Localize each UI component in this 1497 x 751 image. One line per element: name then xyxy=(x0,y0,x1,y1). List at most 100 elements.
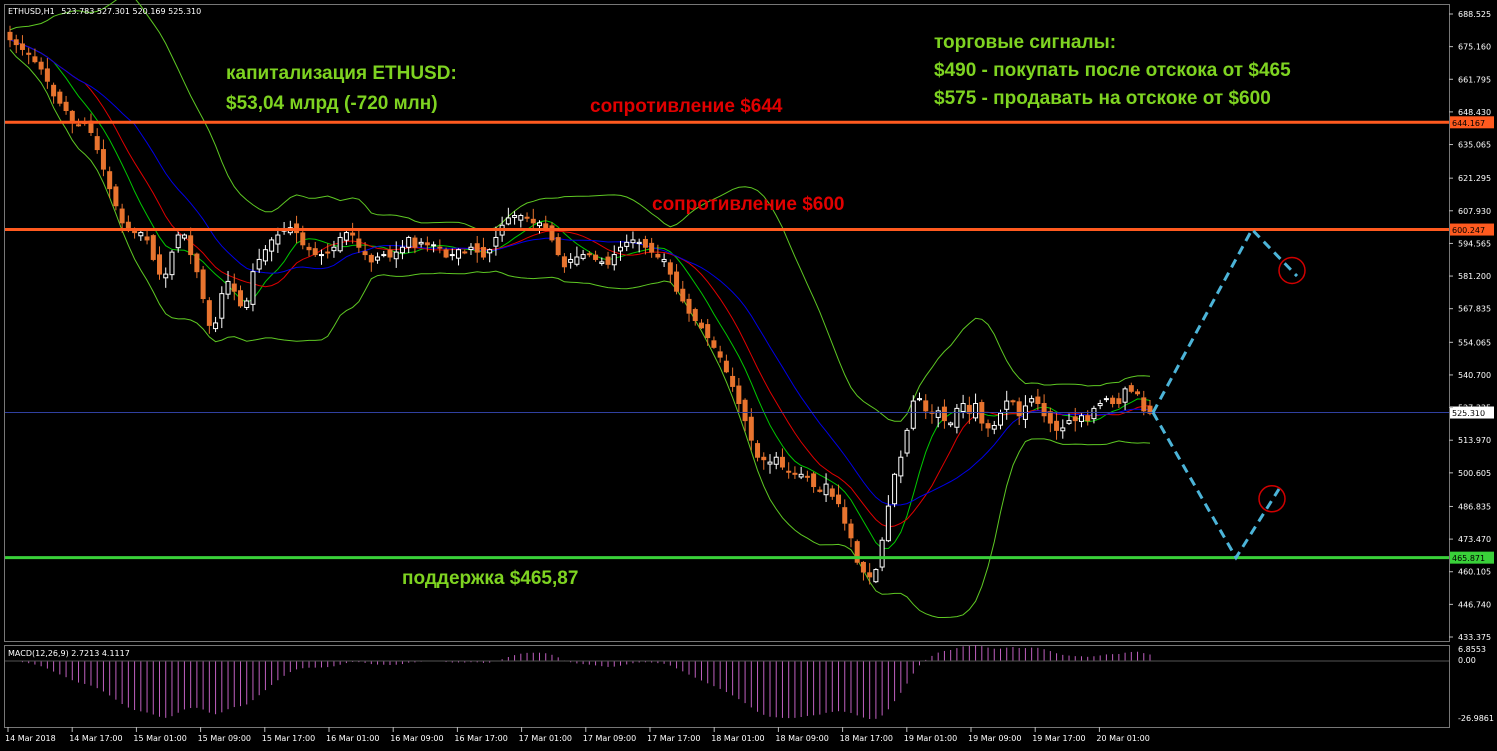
candle-body xyxy=(755,443,761,458)
macd-axis-label: 0.00 xyxy=(1458,656,1476,665)
candle-body xyxy=(474,243,480,253)
candle-body xyxy=(649,242,655,253)
candle-body xyxy=(1054,420,1060,431)
candle-body xyxy=(1135,391,1141,395)
candle-body xyxy=(543,223,549,229)
candle-body xyxy=(723,360,729,373)
price-tick-label: 661.795 xyxy=(1458,75,1491,84)
candle-body xyxy=(119,208,125,224)
candle-body xyxy=(13,39,19,46)
time-tick-label: 15 Mar 17:00 xyxy=(262,734,315,743)
candle-body xyxy=(674,271,680,292)
candle-body xyxy=(960,403,966,412)
time-tick-label: 17 Mar 01:00 xyxy=(519,734,572,743)
candle-body xyxy=(100,149,106,170)
candle-body xyxy=(661,258,667,263)
macd-axis-label: 6.8553 xyxy=(1458,645,1486,654)
candle-body xyxy=(742,399,748,422)
candle-body xyxy=(375,256,381,261)
candle-body xyxy=(524,216,530,219)
price-tick-label: 540.700 xyxy=(1458,371,1491,380)
candle-body xyxy=(574,256,580,265)
time-tick-label: 17 Mar 17:00 xyxy=(647,734,700,743)
candle-body xyxy=(817,489,823,492)
candle-body xyxy=(923,400,929,412)
candle-body xyxy=(686,298,692,314)
candle-body xyxy=(318,254,324,257)
price-tick-label: 473.470 xyxy=(1458,535,1491,544)
candle-body xyxy=(680,288,686,302)
symbol-label: ETHUSD,H1 xyxy=(8,7,55,16)
candle-body xyxy=(175,234,181,249)
signals-title: торговые сигналы: xyxy=(934,32,1117,53)
candle-body xyxy=(935,410,941,418)
price-tick-label: 554.065 xyxy=(1458,338,1491,347)
time-tick-label: 17 Mar 09:00 xyxy=(583,734,636,743)
price-tick-label: 500.605 xyxy=(1458,469,1491,478)
candle-body xyxy=(1122,388,1128,403)
candle-body xyxy=(549,225,555,241)
candle-body xyxy=(44,68,50,82)
candle-body xyxy=(449,254,455,257)
candle-body xyxy=(1097,403,1103,407)
candle-body xyxy=(892,473,898,505)
candle-body xyxy=(867,572,873,578)
candle-body xyxy=(910,400,916,429)
candle-body xyxy=(163,273,169,279)
candle-body xyxy=(530,218,536,224)
candle-body xyxy=(325,251,331,254)
resistance-644-label: сопротивление $644 xyxy=(590,96,783,117)
candle-body xyxy=(748,416,754,441)
candle-body xyxy=(630,239,636,244)
candle-body xyxy=(842,507,848,524)
candle-body xyxy=(57,91,63,104)
resistance-644-marker-label: 644.167 xyxy=(1452,119,1485,128)
candle-body xyxy=(356,238,362,248)
candle-body xyxy=(561,256,567,268)
candle-body xyxy=(443,249,449,258)
candle-body xyxy=(985,423,991,429)
macd-axis-label: -26.9861 xyxy=(1458,714,1494,723)
price-tick-label: 621.295 xyxy=(1458,174,1491,183)
time-tick-label: 16 Mar 09:00 xyxy=(390,734,443,743)
price-tick-label: 594.565 xyxy=(1458,239,1491,248)
candle-body xyxy=(1078,415,1084,422)
candle-body xyxy=(1072,416,1078,422)
candle-body xyxy=(231,283,237,292)
candle-body xyxy=(885,505,891,542)
candle-body xyxy=(493,236,499,247)
candle-body xyxy=(948,422,954,426)
price-tick-label: 688.525 xyxy=(1458,10,1491,19)
candle-body xyxy=(188,235,194,256)
candle-body xyxy=(829,488,835,497)
candle-body xyxy=(138,232,144,237)
candle-body xyxy=(1110,397,1116,405)
candle-body xyxy=(836,494,842,505)
price-tick-label: 527.335 xyxy=(1458,404,1491,413)
resistance-600-label: сопротивление $600 xyxy=(652,194,845,215)
time-tick-label: 18 Mar 09:00 xyxy=(775,734,828,743)
candle-body xyxy=(586,253,592,256)
candle-body xyxy=(480,247,486,258)
candle-body xyxy=(611,254,617,266)
candle-body xyxy=(150,235,156,260)
candle-body xyxy=(711,340,717,348)
candle-body xyxy=(76,124,82,127)
time-tick-label: 18 Mar 01:00 xyxy=(711,734,764,743)
candle-body xyxy=(368,254,374,263)
time-tick-label: 19 Mar 17:00 xyxy=(1032,734,1085,743)
candle-body xyxy=(655,253,661,258)
macd-label: MACD(12,26,9) 2.7213 4.1117 xyxy=(8,649,130,658)
candle-body xyxy=(219,293,225,319)
candle-body xyxy=(717,351,723,358)
price-tick-label: 433.375 xyxy=(1458,633,1491,642)
candle-body xyxy=(157,254,163,275)
candle-body xyxy=(1085,415,1091,422)
candle-body xyxy=(792,472,798,475)
candle-body xyxy=(381,254,387,257)
candle-body xyxy=(941,406,947,422)
time-tick-label: 15 Mar 01:00 xyxy=(133,734,186,743)
candle-body xyxy=(624,241,630,247)
candle-body xyxy=(1010,400,1016,403)
candle-body xyxy=(767,461,773,465)
